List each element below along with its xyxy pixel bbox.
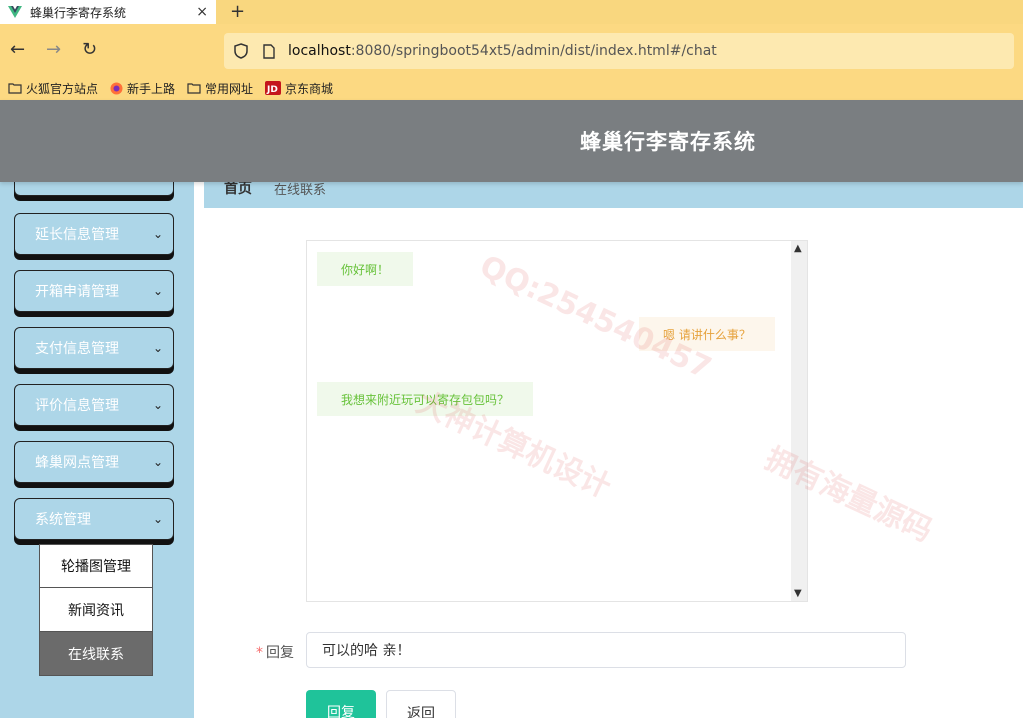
bookmark-item[interactable]: 火狐官方站点: [8, 80, 98, 97]
sidebar-item-label: 评价信息管理: [35, 398, 119, 414]
new-tab-button[interactable]: +: [230, 1, 245, 22]
app-header: 蜂巢行李寄存系统: [0, 100, 1023, 182]
folder-icon: [8, 82, 22, 94]
vue-logo-icon: [8, 6, 22, 18]
sidebar-item-label: 延长信息管理: [35, 227, 119, 243]
browser-tab[interactable]: 蜂巢行李寄存系统 ×: [0, 0, 216, 24]
close-tab-icon[interactable]: ×: [196, 4, 208, 20]
chevron-down-icon: ⌄: [152, 341, 163, 355]
chat-message: 嗯 请讲什么事？: [639, 317, 775, 351]
sidebar-item-label: 系统管理: [35, 512, 91, 528]
sidebar-item-label: 开箱申请管理: [35, 284, 119, 300]
required-mark: *: [256, 645, 263, 661]
page-icon: [260, 42, 278, 60]
browser-tab-bar: 蜂巢行李寄存系统 × +: [0, 0, 1023, 24]
sidebar-item-partial[interactable]: [14, 182, 174, 196]
bookmarks-bar: 火狐官方站点 新手上路 常用网址 JD 京东商城: [0, 76, 1023, 100]
reply-input[interactable]: [306, 632, 906, 668]
folder-icon: [187, 82, 201, 94]
submenu-item-carousel[interactable]: 轮播图管理: [39, 544, 153, 588]
submenu-item-news[interactable]: 新闻资讯: [39, 588, 153, 632]
submenu-item-chat[interactable]: 在线联系: [39, 632, 153, 676]
chat-message: 你好啊！: [317, 252, 414, 286]
reload-icon[interactable]: ↻: [82, 40, 97, 60]
sidebar-item-extension[interactable]: 延长信息管理 ⌄: [14, 213, 174, 255]
address-bar[interactable]: localhost:8080/springboot54xt5/admin/dis…: [224, 33, 1014, 69]
shield-icon: [232, 42, 250, 60]
reply-label: * 回复: [256, 645, 294, 661]
chevron-down-icon: ⌄: [152, 284, 163, 298]
sidebar-item-open-request[interactable]: 开箱申请管理 ⌄: [14, 270, 174, 312]
chat-scrollbar[interactable]: ▲ ▼: [791, 241, 807, 601]
url-host: localhost: [288, 43, 351, 59]
chevron-down-icon: ⌄: [152, 227, 163, 241]
browser-tab-title: 蜂巢行李寄存系统: [30, 5, 127, 20]
chevron-down-icon: ⌄: [152, 512, 163, 526]
forward-arrow-icon[interactable]: →: [46, 40, 61, 60]
bookmark-item[interactable]: JD 京东商城: [265, 80, 333, 97]
scroll-down-icon[interactable]: ▼: [794, 588, 802, 599]
sidebar-item-label: 蜂巢网点管理: [35, 455, 119, 471]
scroll-up-icon[interactable]: ▲: [794, 243, 802, 254]
chat-window[interactable]: 你好啊！ 嗯 请讲什么事？ 我想来附近玩可以寄存包包吗？ ▲ ▼: [306, 240, 808, 602]
sidebar-item-label: 支付信息管理: [35, 341, 119, 357]
bookmark-item[interactable]: 常用网址: [187, 80, 253, 97]
sidebar-item-system[interactable]: 系统管理 ⌄: [14, 498, 174, 540]
sidebar-item-outlet[interactable]: 蜂巢网点管理 ⌄: [14, 441, 174, 483]
chevron-down-icon: ⌄: [152, 398, 163, 412]
reply-button[interactable]: 回复: [306, 690, 376, 718]
chat-message: 我想来附近玩可以寄存包包吗？: [317, 382, 534, 416]
sidebar-item-review[interactable]: 评价信息管理 ⌄: [14, 384, 174, 426]
url-path: :8080/springboot54xt5/admin/dist/index.h…: [350, 43, 717, 59]
back-arrow-icon[interactable]: ←: [10, 40, 25, 60]
jd-icon: JD: [265, 81, 282, 95]
sidebar-item-payment[interactable]: 支付信息管理 ⌄: [14, 327, 174, 369]
back-button[interactable]: 返回: [386, 690, 456, 718]
bookmark-item[interactable]: 新手上路: [110, 80, 175, 97]
system-submenu: 轮播图管理 新闻资讯 在线联系: [39, 544, 153, 676]
chevron-down-icon: ⌄: [152, 455, 163, 469]
firefox-icon: [110, 82, 123, 95]
app-title: 蜂巢行李寄存系统: [580, 129, 756, 154]
svg-text:JD: JD: [266, 85, 278, 95]
